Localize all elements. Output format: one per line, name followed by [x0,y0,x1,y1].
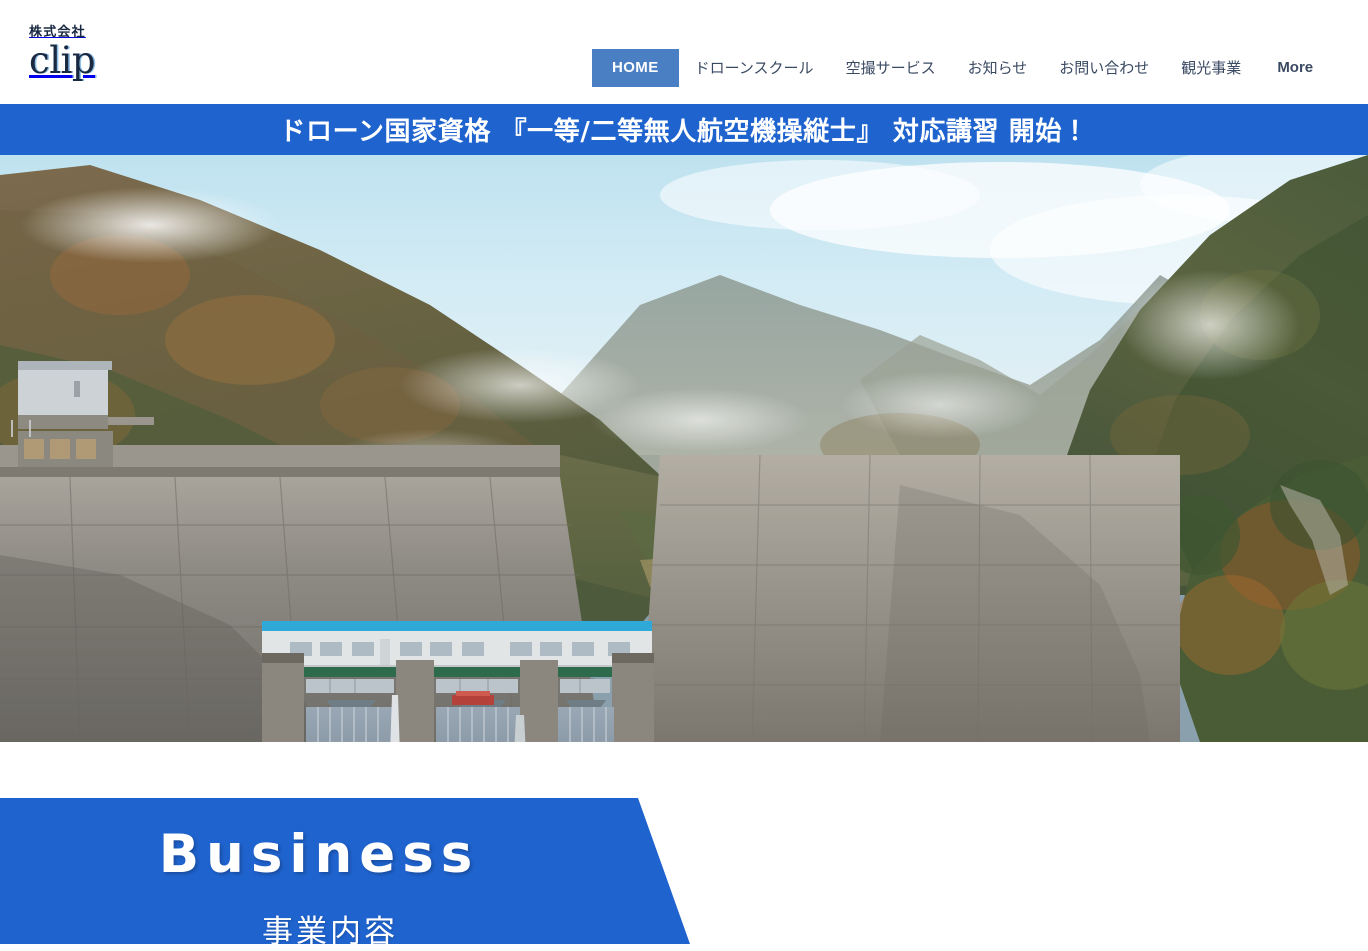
nav-item-more[interactable]: More [1257,49,1329,87]
business-section-title-en: Business [158,824,480,885]
logo-company-name: clip [29,39,96,82]
hero-illustration [0,155,1368,742]
business-section-title-jp: 事業内容 [262,914,398,950]
nav-item-contact[interactable]: お問い合わせ [1043,49,1165,87]
announcement-banner-text: ドローン国家資格 『一等/二等無人航空機操縦士』 対応講習 開始！ [279,117,1089,147]
announcement-banner[interactable]: ドローン国家資格 『一等/二等無人航空機操縦士』 対応講習 開始！ [0,104,1368,155]
nav-item-news[interactable]: お知らせ [952,49,1044,87]
hero-image [0,155,1368,742]
site-header: 株式会社 clip HOME ドローンスクール 空撮サービス お知らせ お問い合… [0,0,1368,104]
nav-item-home[interactable]: HOME [592,49,679,87]
main-navigation: HOME ドローンスクール 空撮サービス お知らせ お問い合わせ 観光事業 Mo… [592,49,1329,87]
logo-company-type: 株式会社 [29,25,86,40]
nav-item-drone-school[interactable]: ドローンスクール [679,49,830,87]
site-logo[interactable]: 株式会社 clip [29,25,96,82]
nav-item-tourism[interactable]: 観光事業 [1165,49,1257,87]
business-section: Business 事業内容 [0,798,690,944]
nav-item-aerial-service[interactable]: 空撮サービス [830,49,952,87]
